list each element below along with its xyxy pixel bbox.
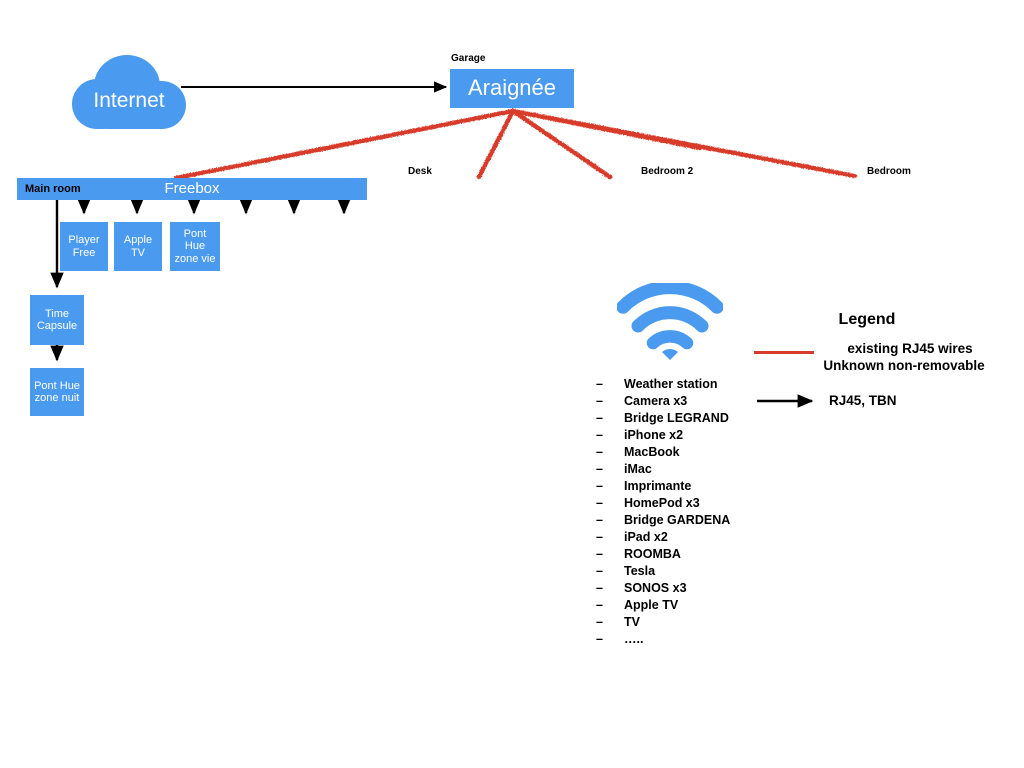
legend-unknown-non-removable-label: Unknown non-removable: [823, 358, 985, 373]
room-label-desk: Desk: [408, 166, 432, 177]
list-item-label: iMac: [624, 462, 652, 476]
list-item-label: Weather station: [624, 377, 718, 391]
list-item-label: Apple TV: [624, 598, 679, 612]
garage-label: Garage: [451, 53, 486, 64]
internet-label: Internet: [93, 89, 165, 112]
list-item-label: TV: [624, 615, 640, 629]
list-bullet: –: [596, 411, 603, 425]
wifi-icon: [617, 283, 723, 360]
list-item-label: Imprimante: [624, 479, 692, 493]
list-bullet: –: [596, 496, 603, 510]
list-item: – MacBook: [596, 445, 826, 462]
list-bullet: –: [596, 615, 603, 629]
list-item-label: Bridge GARDENA: [624, 513, 731, 527]
main-room-label: Main room: [25, 183, 81, 195]
rj45-wire-to-mid: [510, 108, 613, 180]
list-item-label: iPad x2: [624, 530, 668, 544]
legend: Legend existing RJ45 wires Unknown non-r…: [752, 311, 1014, 416]
legend-arrow-swatch: [757, 394, 814, 408]
player-free-label: Player Free: [68, 234, 100, 259]
list-item: – Tesla: [596, 564, 826, 581]
rj45-wire-to-bedroom2: [510, 108, 703, 151]
legend-title: Legend: [838, 311, 896, 328]
list-item: – iPhone x2: [596, 428, 826, 445]
list-item-label: Camera x3: [624, 394, 688, 408]
list-bullet: –: [596, 547, 603, 561]
list-item: – TV: [596, 615, 826, 632]
list-bullet: –: [596, 632, 603, 646]
list-bullet: –: [596, 581, 603, 595]
time-capsule-label: Time Capsule: [36, 307, 78, 332]
apple-tv-node[interactable]: Apple TV: [114, 222, 162, 271]
list-item: – …..: [596, 632, 826, 649]
list-item-label: Bridge LEGRAND: [624, 411, 729, 425]
room-label-bedroom-2: Bedroom 2: [641, 166, 694, 177]
list-item-label: iPhone x2: [624, 428, 684, 442]
pont-hue-zone-vie-label: Pont Hue zone vie: [174, 228, 216, 265]
list-item: – HomePod x3: [596, 496, 826, 513]
device-list: – Weather station – Camera x3 – Bridge L…: [596, 377, 826, 649]
legend-rj45-tbn-label: RJ45, TBN: [829, 393, 897, 408]
room-label-bedroom: Bedroom: [867, 166, 911, 177]
list-item: – Imprimante: [596, 479, 826, 496]
pont-hue-zone-nuit-node[interactable]: Pont Hue zone nuit: [30, 368, 84, 416]
rj45-wire-to-freebox: [173, 108, 516, 181]
list-bullet: –: [596, 598, 603, 612]
list-item-label: Tesla: [624, 564, 656, 578]
list-item-label: …..: [624, 632, 644, 646]
rj45-wire-group: [173, 108, 858, 181]
list-item-label: SONOS x3: [624, 581, 687, 595]
list-item-label: ROOMBA: [624, 547, 681, 561]
player-free-node[interactable]: Player Free: [60, 222, 108, 271]
freebox-drop-arrows: [77, 198, 351, 215]
list-bullet: –: [596, 445, 603, 459]
list-bullet: –: [596, 479, 603, 493]
list-item: – iPad x2: [596, 530, 826, 547]
list-bullet: –: [596, 428, 603, 442]
list-item-label: MacBook: [624, 445, 680, 459]
list-item-label: HomePod x3: [624, 496, 700, 510]
legend-red-wire-label: existing RJ45 wires: [847, 341, 973, 356]
apple-tv-label: Apple TV: [123, 234, 153, 259]
list-bullet: –: [596, 462, 603, 476]
diagram-canvas: Internet Garage Araignée Freebox Main ro…: [0, 0, 1024, 768]
list-item: – SONOS x3: [596, 581, 826, 598]
list-bullet: –: [596, 530, 603, 544]
pont-hue-zone-vie-node[interactable]: Pont Hue zone vie: [170, 222, 220, 271]
list-bullet: –: [596, 394, 603, 408]
freebox-label: Freebox: [164, 179, 220, 197]
list-item: – Bridge GARDENA: [596, 513, 826, 530]
list-bullet: –: [596, 513, 603, 527]
time-capsule-node[interactable]: Time Capsule: [30, 295, 84, 345]
araignee-label: Araignée: [467, 75, 557, 101]
rj45-wire-to-desk: [476, 108, 516, 180]
internet-cloud[interactable]: Internet: [72, 55, 186, 129]
list-bullet: –: [596, 564, 603, 578]
list-item: – iMac: [596, 462, 826, 479]
list-item: – Apple TV: [596, 598, 826, 615]
araignee-node[interactable]: Araignée: [450, 69, 574, 108]
list-bullet: –: [596, 377, 603, 391]
list-item: – ROOMBA: [596, 547, 826, 564]
pont-hue-zone-nuit-label: Pont Hue zone nuit: [34, 379, 80, 404]
